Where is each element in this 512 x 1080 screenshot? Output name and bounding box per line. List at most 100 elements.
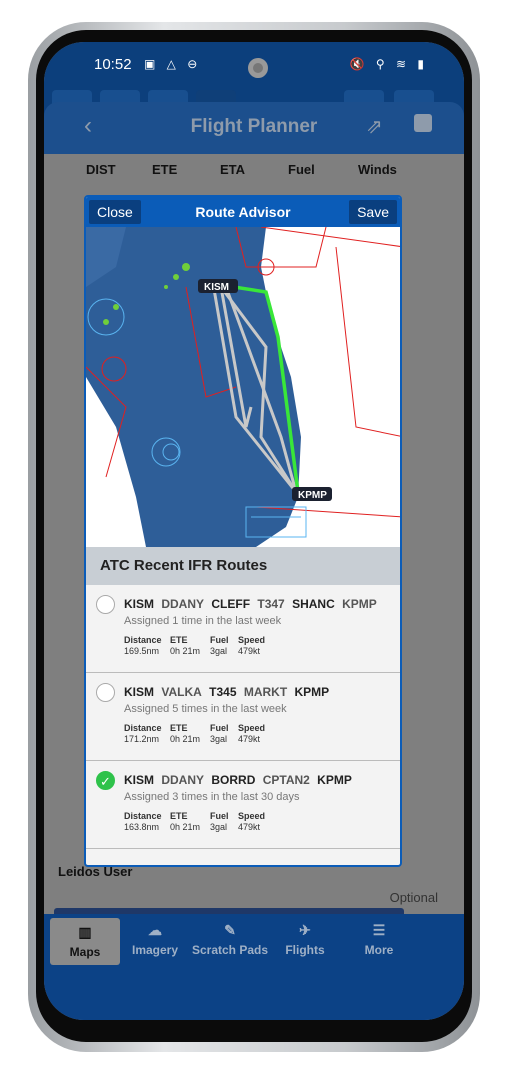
stat-value: 479kt — [238, 646, 261, 656]
route-fix: KISM — [124, 685, 154, 699]
stat-value: 3gal — [210, 734, 228, 744]
stat-label: Distance — [124, 635, 162, 645]
stat-value: 171.2nm — [124, 734, 160, 744]
stat-value: 0h 21m — [170, 646, 201, 656]
route-fix: KPMP — [342, 597, 377, 611]
route-option[interactable]: KISM DDANY CLEFF T347 SHANC KPMP Assigne… — [86, 585, 400, 673]
stat-distance: Distance 171.2nm — [124, 723, 162, 745]
assigned-text: Assigned 5 times in the last week — [124, 703, 287, 715]
stat-value: 0h 21m — [170, 734, 201, 744]
route-fixes: KISM VALKA T345 MARKT KPMP — [124, 685, 329, 699]
stat-distance: Distance 163.8nm — [124, 811, 162, 833]
nav-flights[interactable]: ✈ Flights — [270, 922, 340, 957]
camera-icon — [248, 58, 268, 78]
stat-value: 479kt — [238, 734, 261, 744]
stat-distance: Distance 169.5nm — [124, 635, 162, 657]
stat-value: 169.5nm — [124, 646, 160, 656]
stat-ete: ETE 0h 21m — [170, 723, 200, 745]
stat-label: ETE — [170, 723, 188, 733]
assigned-text: Assigned 3 times in the last 30 days — [124, 791, 300, 803]
checked-radio-icon[interactable]: ✓ — [96, 771, 115, 790]
route-fix: MARKT — [243, 685, 288, 699]
route-fix: VALKA — [161, 685, 202, 699]
route-map[interactable]: KISM KPMP 10:51 AM — [86, 227, 400, 547]
pencil-icon: ✎ — [224, 922, 236, 938]
assigned-text: Assigned 1 time in the last week — [124, 615, 282, 627]
stat-fuel: Fuel 3gal — [210, 635, 229, 657]
stat-label: Fuel — [210, 811, 229, 821]
stat-label: ETE — [170, 635, 188, 645]
route-fix: T347 — [257, 597, 285, 611]
stat-value: 0h 21m — [170, 822, 201, 832]
route-fix: KPMP — [317, 773, 352, 787]
destination-label: KPMP — [298, 490, 327, 501]
nav-imagery[interactable]: ☁ Imagery — [120, 922, 190, 957]
stat-label: Fuel — [210, 723, 229, 733]
stat-label: Fuel — [210, 635, 229, 645]
stat-value: 3gal — [210, 822, 228, 832]
route-fix: KISM — [124, 597, 154, 611]
origin-label: KISM — [204, 282, 229, 293]
route-fix: DDANY — [161, 773, 205, 787]
page-title: Flight Planner — [190, 116, 318, 137]
nav-more[interactable]: ☰ More — [344, 922, 414, 957]
bottom-nav: ▥ Maps ☁ Imagery ✎ Scratch Pads ✈ Flights ☰ M… — [44, 914, 464, 1020]
nav-maps[interactable]: ▥ Maps — [50, 918, 120, 965]
route-fix: CPTAN2 — [262, 773, 310, 787]
stat-value: 3gal — [210, 646, 228, 656]
nav-label: Imagery — [131, 943, 179, 957]
plane-icon: ✈ — [299, 922, 311, 938]
status-bar: 10:52 ▣ △ ⊖ 🔇 ⚲ ≋ ▮ — [44, 42, 464, 86]
save-button[interactable]: Save — [349, 200, 397, 224]
flight-planner-header: ‹ Flight Planner ⇗ — [44, 102, 464, 154]
screen: 10:52 ▣ △ ⊖ 🔇 ⚲ ≋ ▮ ‹ Flight Planner ⇗ D… — [44, 42, 464, 1020]
route-fix: BORRD — [211, 773, 256, 787]
map-timestamp: 10:51 AM — [90, 513, 138, 525]
user-label: Leidos User — [58, 864, 133, 879]
save-icon[interactable] — [414, 114, 432, 132]
stat-fuel: Fuel 3gal — [210, 723, 229, 745]
stat-label: Distance — [124, 811, 162, 821]
route-option[interactable]: KISM VALKA T345 MARKT KPMP Assigned 5 ti… — [86, 673, 400, 761]
route-fix: DDANY — [161, 597, 205, 611]
stat-speed: Speed 479kt — [238, 723, 265, 745]
radio-button[interactable] — [96, 595, 115, 614]
map-icon: ▥ — [78, 924, 92, 940]
menu-icon: ☰ — [372, 922, 386, 938]
stat-ete: ETE 0h 21m — [170, 635, 200, 657]
optional-field[interactable]: Optional — [390, 890, 438, 905]
nav-label: Scratch Pads — [191, 943, 269, 957]
stat-speed: Speed 479kt — [238, 811, 265, 833]
route-option[interactable]: ✓ KISM DDANY BORRD CPTAN2 KPMP Assigned … — [86, 761, 400, 849]
radio-button[interactable] — [96, 683, 115, 702]
dialog-header: Close Route Advisor Save — [86, 197, 400, 227]
summary-header-dist: DIST — [86, 162, 116, 177]
nav-label: Maps — [69, 945, 101, 959]
route-fix: SHANC — [292, 597, 335, 611]
notification-icons: ▣ △ ⊖ — [144, 57, 202, 71]
stat-fuel: Fuel 3gal — [210, 811, 229, 833]
list-title: ATC Recent IFR Routes — [86, 547, 400, 585]
stat-label: ETE — [170, 811, 188, 821]
route-fixes: KISM DDANY CLEFF T347 SHANC KPMP — [124, 597, 377, 611]
stat-label: Speed — [238, 811, 266, 821]
route-advisor-dialog: Close Route Advisor Save KISM KPMP 10:51… — [84, 195, 402, 867]
stat-speed: Speed 479kt — [238, 635, 265, 657]
route-fix: T345 — [209, 685, 237, 699]
nav-label: Flights — [285, 943, 325, 957]
stat-label: Speed — [238, 635, 266, 645]
route-fix: KISM — [124, 773, 154, 787]
status-time: 10:52 — [94, 56, 132, 73]
route-fixes: KISM DDANY BORRD CPTAN2 KPMP — [124, 773, 352, 787]
route-fix: KPMP — [294, 685, 330, 699]
summary-header-ete: ETE — [152, 162, 178, 177]
stat-label: Speed — [238, 723, 266, 733]
summary-header-eta: ETA — [220, 162, 246, 177]
summary-header-fuel: Fuel — [288, 162, 315, 177]
route-fix: CLEFF — [211, 597, 251, 611]
weather-icon: ☁ — [148, 922, 162, 938]
stat-value: 479kt — [238, 822, 261, 832]
share-icon[interactable]: ⇗ — [366, 114, 383, 139]
summary-header-winds: Winds — [358, 162, 397, 177]
nav-scratch-pads[interactable]: ✎ Scratch Pads — [190, 922, 270, 957]
